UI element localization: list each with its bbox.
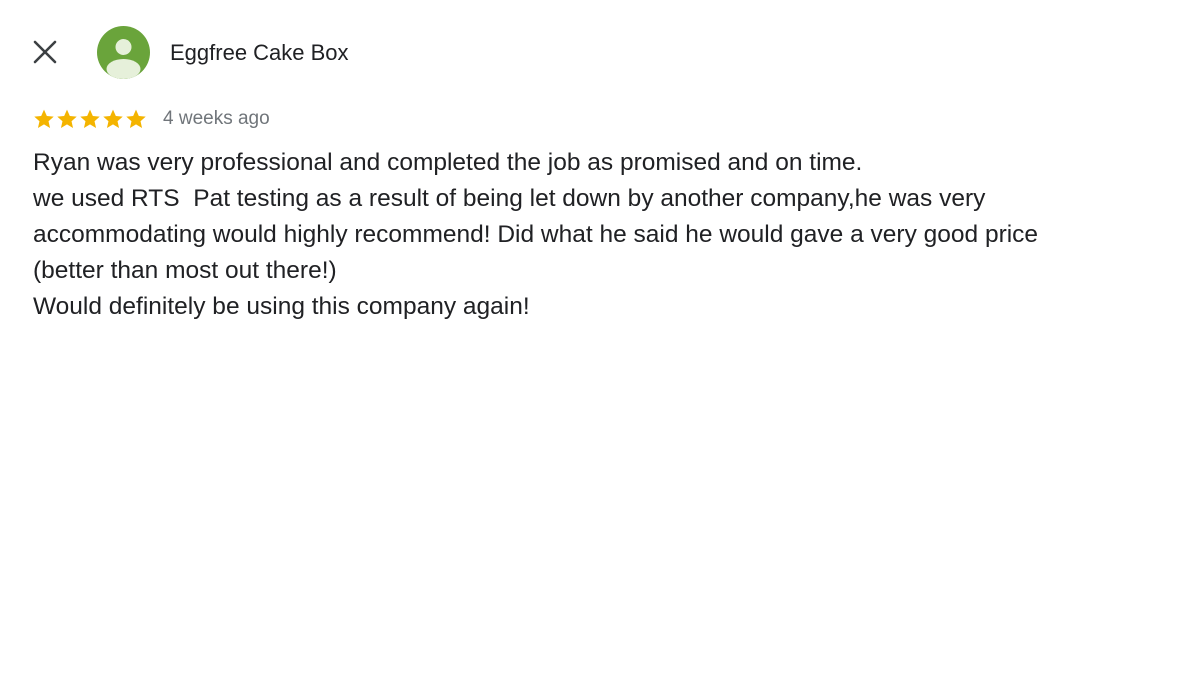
review-timestamp: 4 weeks ago: [163, 108, 270, 129]
review-text-line: Ryan was very professional and completed…: [33, 149, 863, 176]
review-header: Eggfree Cake Box: [0, 0, 1200, 104]
avatar[interactable]: [97, 26, 150, 79]
person-icon: [106, 39, 141, 79]
rating-row: 4 weeks ago: [33, 106, 270, 132]
review-text-line: accommodating would highly recommend! Di…: [33, 221, 1039, 248]
star-rating: [33, 108, 147, 130]
close-icon: [33, 40, 57, 64]
review-text-line: Would definitely be using this company a…: [33, 293, 530, 320]
star-icon: [80, 109, 100, 128]
review-text-line: (better than most out there!): [33, 257, 337, 284]
star-icon: [126, 109, 146, 128]
star-icon: [103, 109, 123, 128]
review-text: Ryan was very professional and completed…: [33, 145, 1183, 325]
star-icon: [57, 109, 77, 128]
close-button[interactable]: [28, 35, 62, 69]
author-name[interactable]: Eggfree Cake Box: [170, 40, 349, 66]
star-icon: [34, 109, 54, 128]
review-text-line: we used RTS Pat testing as a result of b…: [33, 185, 986, 212]
